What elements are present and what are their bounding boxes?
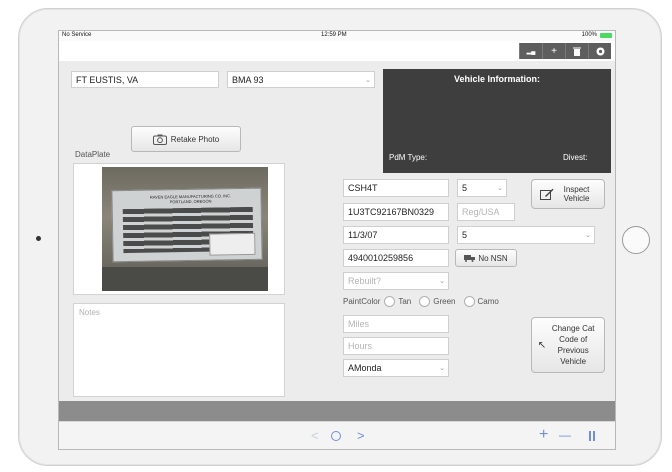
back-icon[interactable]: <: [311, 428, 319, 443]
user-select[interactable]: AMonda ⌄: [343, 359, 449, 377]
status-time: 12:59 PM: [321, 32, 347, 38]
home-button[interactable]: [622, 226, 650, 254]
paint-color-row: PaintColor Tan Green Camo: [343, 296, 499, 307]
bottom-toolbar: < > + —: [59, 421, 615, 449]
cursor-arrow-icon: ↖: [537, 339, 547, 351]
no-nsn-button[interactable]: No NSN: [455, 249, 517, 267]
vin-field[interactable]: 1U3TC92167BN0329: [343, 203, 449, 221]
status-bar: No Service 12:59 PM 100%: [59, 31, 615, 41]
retake-photo-button[interactable]: Retake Photo: [131, 126, 241, 152]
change-cat-code-label: Change Cat Code of Previous Vehicle: [551, 324, 595, 366]
count-value: 5: [462, 183, 468, 193]
change-cat-code-button[interactable]: ↖ Change Cat Code of Previous Vehicle: [531, 317, 605, 373]
chevron-down-icon: ⌄: [439, 278, 445, 285]
reg-field[interactable]: Reg/USA: [457, 203, 515, 221]
toolbar-buttons: ▂▄ +: [519, 43, 611, 59]
notes-placeholder: Notes: [79, 308, 100, 317]
inspect-vehicle-button[interactable]: Inspect Vehicle: [531, 179, 605, 209]
battery-icon: [600, 33, 612, 38]
carrier-text: No Service: [62, 32, 92, 38]
rebuilt-placeholder: Rebuilt?: [348, 276, 382, 286]
plate-label-sticker: [209, 232, 256, 256]
signal-icon[interactable]: ▂▄: [519, 43, 542, 59]
paint-camo-radio[interactable]: [463, 296, 475, 307]
plate-city-text: PORTLAND, OREGON: [169, 198, 212, 205]
edit-icon: [539, 188, 553, 200]
grid-icon[interactable]: [589, 431, 597, 441]
chevron-down-icon: ⌄: [585, 232, 591, 239]
camera-icon: [152, 134, 167, 145]
zoom-in-icon[interactable]: +: [539, 426, 548, 444]
chevron-down-icon: ⌄: [365, 76, 371, 84]
paint-color-label: PaintColor: [343, 297, 381, 306]
date-code-select[interactable]: 5 ⌄: [457, 226, 595, 244]
dataplate-label: DataPlate: [75, 150, 111, 159]
pdm-type-label: PdM Type:: [389, 153, 428, 162]
no-nsn-label: No NSN: [478, 253, 508, 263]
chevron-down-icon: ⌄: [439, 365, 445, 372]
miles-field[interactable]: Miles: [343, 315, 449, 333]
app-screen: No Service 12:59 PM 100% ▂▄ + FT EUSTIS,…: [58, 30, 616, 450]
date-field[interactable]: 11/3/07: [343, 226, 449, 244]
retake-photo-label: Retake Photo: [170, 134, 220, 144]
dataplate-photo[interactable]: RAVEN EAGLE MANUFACTURING CO. INC. PORTL…: [102, 167, 268, 291]
paint-green-radio[interactable]: [419, 296, 431, 307]
notes-area[interactable]: Notes: [73, 303, 285, 397]
hours-field[interactable]: Hours: [343, 337, 449, 355]
truck-icon: [464, 254, 476, 262]
zoom-out-icon[interactable]: —: [559, 428, 571, 442]
forward-icon[interactable]: >: [357, 428, 365, 443]
count-select[interactable]: 5 ⌄: [457, 179, 507, 197]
refresh-icon[interactable]: [331, 431, 341, 441]
divest-label: Divest:: [563, 153, 588, 162]
inspect-vehicle-label: Inspect Vehicle: [563, 185, 590, 203]
battery-text: 100%: [581, 32, 597, 38]
paint-tan-radio[interactable]: [384, 296, 396, 307]
nsn-field[interactable]: 4940010259856: [343, 249, 449, 267]
vehicle-info-title: Vehicle Information:: [453, 74, 540, 84]
user-value: AMonda: [348, 363, 382, 373]
chevron-down-icon: ⌄: [497, 185, 503, 192]
paint-tan-label: Tan: [398, 297, 412, 306]
location-field[interactable]: FT EUSTIS, VA: [71, 71, 219, 88]
date-code-value: 5: [462, 230, 468, 240]
toolbar: ▂▄ +: [59, 41, 615, 61]
add-icon[interactable]: +: [542, 43, 565, 59]
photo-bottom-decor: [102, 267, 268, 291]
rebuilt-select[interactable]: Rebuilt? ⌄: [343, 272, 449, 290]
unit-value: BMA 93: [232, 74, 264, 85]
trash-icon[interactable]: [565, 43, 588, 59]
settings-icon[interactable]: [588, 43, 611, 59]
model-field[interactable]: CSH4T: [343, 179, 449, 197]
photo-panel: RAVEN EAGLE MANUFACTURING CO. INC. PORTL…: [73, 163, 285, 295]
vehicle-info-panel: Vehicle Information: PdM Type: Divest:: [383, 69, 611, 173]
camera-dot: [36, 236, 41, 241]
footer-strip: [59, 401, 615, 421]
unit-select[interactable]: BMA 93 ⌄: [227, 71, 375, 88]
paint-camo-label: Camo: [477, 297, 499, 306]
dataplate-image: RAVEN EAGLE MANUFACTURING CO. INC. PORTL…: [111, 187, 263, 263]
paint-green-label: Green: [433, 297, 456, 306]
